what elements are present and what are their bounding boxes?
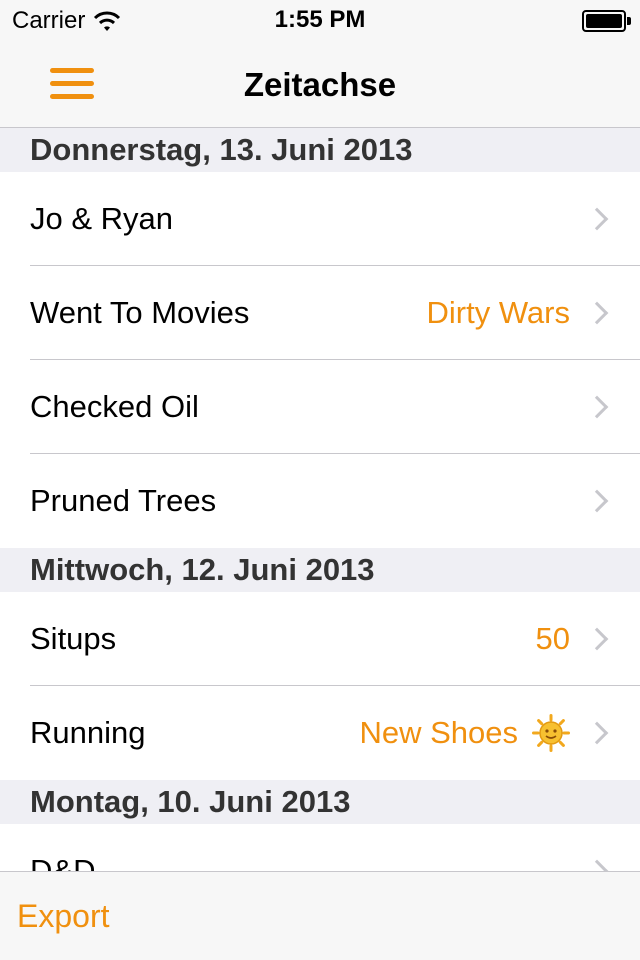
row-title: Pruned Trees	[30, 483, 217, 518]
chevron-right-icon	[585, 627, 609, 651]
section-header: Mittwoch, 12. Juni 2013	[0, 548, 640, 592]
row-detail-group: New Shoes	[359, 714, 570, 752]
sun-emoji-icon	[532, 714, 570, 752]
timeline-row[interactable]: Situps 50	[0, 592, 640, 686]
bottom-toolbar: Export	[0, 871, 640, 960]
row-title: Went To Movies	[30, 295, 250, 330]
section-header: Donnerstag, 13. Juni 2013	[0, 128, 640, 172]
timeline-row[interactable]: Pruned Trees	[0, 454, 640, 548]
timeline-list[interactable]: Donnerstag, 13. Juni 2013 Jo & Ryan Went…	[0, 128, 640, 871]
row-detail: 50	[535, 621, 570, 656]
status-time: 1:55 PM	[274, 6, 366, 33]
row-detail: Dirty Wars	[426, 295, 571, 330]
timeline-row[interactable]: Running New Shoes	[0, 686, 640, 780]
row-title: Situps	[30, 621, 117, 656]
row-title: Running	[30, 715, 146, 750]
timeline-row[interactable]: D&D	[0, 824, 640, 871]
battery-icon	[582, 10, 631, 32]
timeline-row[interactable]: Went To Movies Dirty Wars	[0, 266, 640, 360]
export-button[interactable]: Export	[17, 898, 109, 935]
timeline-row[interactable]: Jo & Ryan	[0, 172, 640, 266]
row-title: Checked Oil	[30, 389, 199, 424]
navigation-bar: Zeitachse	[0, 40, 640, 128]
timeline-row[interactable]: Checked Oil	[0, 360, 640, 454]
chevron-right-icon	[585, 721, 609, 745]
row-title: D&D	[30, 853, 96, 871]
row-detail: New Shoes	[359, 715, 518, 750]
section-header: Montag, 10. Juni 2013	[0, 780, 640, 824]
row-title: Jo & Ryan	[30, 201, 174, 236]
chevron-right-icon	[585, 301, 609, 325]
status-bar: Carrier 1:55 PM	[0, 0, 640, 40]
page-title: Zeitachse	[243, 66, 397, 103]
